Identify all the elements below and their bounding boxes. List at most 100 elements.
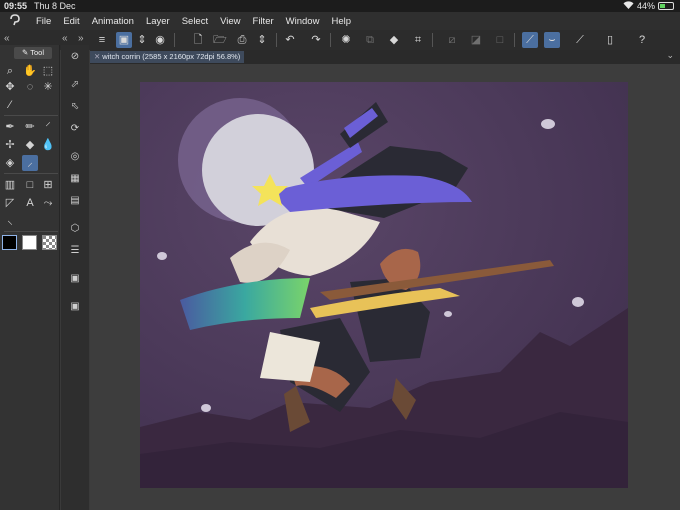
document-tab-bar: ✕ witch corrin (2585 x 2160px 72dpi 56.8%… [90,50,680,64]
invert-selection-icon[interactable]: ◪ [468,32,484,48]
ruler-icon[interactable]: ◸ [2,195,18,211]
frame-icon[interactable]: ⊞ [40,177,56,193]
transform-icon[interactable]: ⧉ [362,32,378,48]
lasso-icon[interactable]: ◌ [22,79,38,95]
rock [444,311,452,317]
status-bar: 09:55 Thu 8 Dec 44% [0,0,680,12]
layers-icon[interactable]: ☰ [67,243,83,259]
command-bar: ≡ ▣ ⇕ ◉ 🗋 🗁 ⎙ ⇕ ↶ ↷ ✺ ⧉ ◆ ⌗ ⧄ ◪ □ ⟋ ⌣ ⟋ … [90,30,680,50]
rock [572,297,584,307]
canvas[interactable] [140,82,628,488]
pencil-icon[interactable]: ✏ [22,119,38,135]
text-icon[interactable]: A [22,195,38,211]
loading-spinner-icon[interactable]: ✺ [338,32,354,48]
toolbar-divider [330,33,331,47]
menu-help[interactable]: Help [325,16,357,27]
toolbar-divider [276,33,277,47]
toolbar-divider [432,33,433,47]
artwork [140,82,628,488]
blend-icon[interactable]: 💧 [40,137,56,153]
layer-property-icon[interactable]: ◎ [67,149,83,165]
compass-icon[interactable]: ⊘ [67,49,83,65]
battery-percent: 44% [636,1,655,11]
deselect-icon[interactable]: ⧄ [444,32,460,48]
device-icon[interactable]: ▯ [602,32,618,48]
zoom-icon[interactable]: ⌕ [2,63,18,79]
expand-panel-icon[interactable]: » [78,33,84,44]
main-color-swatch[interactable] [2,235,17,250]
tool-panel: ✎ Tool ⌕ ✋ ⬚ ✥ ◌ ✳ ⁄ ✒ ✏ ⸍ ✢ ◆ 💧 ◈ ⸝ ▥ □… [0,45,60,510]
layer-sub-icon[interactable]: ⬁ [67,99,83,115]
magic-wand-icon[interactable]: ✳ [40,79,56,95]
gradient-tool-icon[interactable]: ⸝ [22,155,38,171]
balloon-icon[interactable]: ⤳ [40,195,56,211]
menu-file[interactable]: File [30,16,57,27]
open-folder-icon[interactable]: 🗁 [212,32,228,48]
collapse-left-icon[interactable]: « [4,33,10,44]
menu-icon[interactable]: ≡ [94,32,110,48]
menu-window[interactable]: Window [280,16,326,27]
move-icon[interactable]: ✥ [2,79,18,95]
sub-color-swatch[interactable] [22,235,37,250]
collapse-subtool-icon[interactable]: « [62,33,68,44]
status-right: 44% [623,1,674,11]
fill-icon[interactable]: ◆ [386,32,402,48]
fill-bucket-icon[interactable]: ◈ [2,155,18,171]
color-set-icon[interactable]: ⬡ [67,221,83,237]
object-select-icon[interactable]: ⬚ [40,63,56,79]
canvas-window-icon[interactable]: ▣ [116,32,132,48]
eraser-icon[interactable]: ◆ [22,137,38,153]
rock [157,252,167,260]
tool-tab[interactable]: ✎ Tool [14,47,52,59]
layer-move-icon[interactable]: ⟳ [67,121,83,137]
close-tab-icon[interactable]: ✕ [94,52,100,61]
figure-icon[interactable]: □ [22,177,38,193]
save-icon[interactable]: ⎙ [234,32,250,48]
menu-layer[interactable]: Layer [140,16,176,27]
stepper-icon[interactable]: ⇕ [134,32,150,48]
chevron-down-icon[interactable]: ⌄ [666,50,674,61]
pen-tab-icon: ✎ [21,48,29,57]
airbrush-icon[interactable]: ✢ [2,137,18,153]
save-stepper-icon[interactable]: ⇕ [254,32,270,48]
wifi-icon [623,1,634,11]
brush-icon[interactable]: ⸍ [40,119,56,135]
redo-icon[interactable]: ↷ [308,32,324,48]
secondary-command-column: ⊘ ⬀ ⬁ ⟳ ◎ ▦ ▤ ⬡ ☰ ▣ ▣ [61,45,89,510]
layer-add-icon[interactable]: ⬀ [67,77,83,93]
canvas-workarea[interactable] [90,64,680,510]
crop-icon[interactable]: ⌗ [410,32,426,48]
transparent-color-swatch[interactable] [42,235,57,250]
app-logo-icon[interactable] [0,13,30,29]
document-tab-title: witch corrin (2585 x 2160px 72dpi 56.8%) [102,52,241,61]
rock [541,119,555,129]
battery-icon [658,2,674,10]
navigator-icon[interactable]: ▣ [67,271,83,287]
menu-edit[interactable]: Edit [57,16,85,27]
menu-select[interactable]: Select [176,16,214,27]
hand-icon[interactable]: ✋ [22,63,38,79]
rock [201,404,211,412]
eyedropper-icon[interactable]: ⁄ [2,97,18,113]
selection-border-icon[interactable]: □ [492,32,508,48]
document-tab[interactable]: ✕ witch corrin (2585 x 2160px 72dpi 56.8%… [90,51,245,63]
pen-icon[interactable]: ✒ [2,119,18,135]
record-icon[interactable]: ◉ [152,32,168,48]
status-time: 09:55 [4,1,28,11]
tool-tab-label: Tool [30,48,44,57]
undo-icon[interactable]: ↶ [282,32,298,48]
curve-snap-icon[interactable]: ⌣ [544,32,560,48]
correct-line-icon[interactable]: ⸜ [2,213,18,229]
sub-view-icon[interactable]: ▣ [67,299,83,315]
ruler-snap-icon[interactable]: ⟋ [522,32,538,48]
material-icon[interactable]: ▤ [67,193,83,209]
menu-filter[interactable]: Filter [247,16,280,27]
tool-divider [4,231,58,232]
menu-view[interactable]: View [214,16,246,27]
new-file-icon[interactable]: 🗋 [190,32,206,48]
perspective-snap-icon[interactable]: ⟋ [572,32,588,48]
grid-icon[interactable]: ▦ [67,171,83,187]
help-icon[interactable]: ? [634,32,650,48]
gradient-icon[interactable]: ▥ [2,177,18,193]
menu-animation[interactable]: Animation [86,16,140,27]
